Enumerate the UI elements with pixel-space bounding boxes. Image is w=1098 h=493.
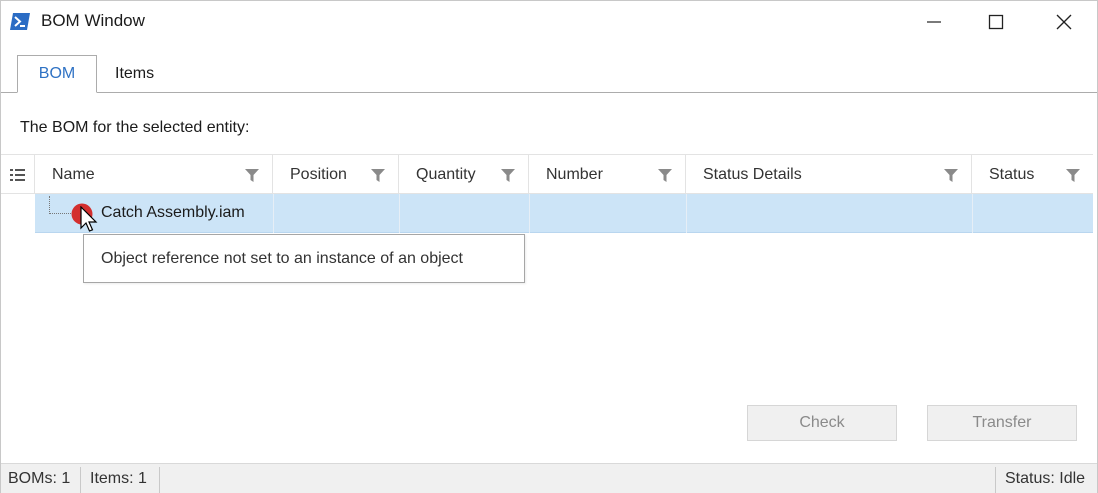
bom-count: BOMs: 1 [8,470,71,487]
bom-window: BOM Window BOM Items The BOM for the sel… [0,0,1098,493]
tab-items[interactable]: Items [97,55,172,93]
column-header-status-details[interactable]: Status Details [686,155,972,194]
maximize-icon [988,14,1004,30]
mouse-pointer-icon [80,206,98,232]
window-title: BOM Window [41,11,145,30]
status-divider [995,467,996,493]
column-header-quantity[interactable]: Quantity [399,155,529,194]
item-count: Items: 1 [90,470,147,487]
tab-divider [1,92,1097,93]
column-label: Number [546,165,603,183]
tree-connector [49,196,71,214]
filter-icon[interactable] [1065,167,1081,183]
cell-divider [399,194,400,233]
column-chooser-button[interactable] [1,155,35,194]
check-button[interactable]: Check [747,405,897,441]
grid-header: Name Position Quantity Number Status Det… [1,154,1093,194]
maximize-button[interactable] [973,1,1019,43]
error-tooltip: Object reference not set to an instance … [83,234,525,283]
status-bar: BOMs: 1 Items: 1 Status: Idle [1,463,1097,493]
close-button[interactable] [1041,1,1087,43]
bom-caption: The BOM for the selected entity: [20,119,250,136]
minimize-button[interactable] [911,1,957,43]
cell-divider [972,194,973,233]
status-divider [80,467,81,493]
column-header-position[interactable]: Position [273,155,399,194]
filter-icon[interactable] [657,167,673,183]
column-label: Name [52,165,95,183]
cell-divider [686,194,687,233]
tab-bom[interactable]: BOM [17,55,97,93]
column-label: Position [290,165,347,183]
filter-icon[interactable] [244,167,260,183]
column-header-number[interactable]: Number [529,155,686,194]
powershell-icon [10,13,30,30]
cell-divider [273,194,274,233]
filter-icon[interactable] [370,167,386,183]
bom-grid: Name Position Quantity Number Status Det… [1,154,1093,234]
column-label: Quantity [416,165,476,183]
status-divider [159,467,160,493]
transfer-button[interactable]: Transfer [927,405,1077,441]
row-name-cell[interactable]: Catch Assembly.iam [101,204,245,222]
title-bar[interactable]: BOM Window [1,1,1097,43]
column-chooser-icon [9,168,25,181]
column-label: Status [989,165,1035,183]
cell-divider [529,194,530,233]
column-header-name[interactable]: Name [35,155,273,194]
tab-strip: BOM Items [1,55,1097,93]
column-label: Status Details [703,165,802,183]
status-text: Status: Idle [1005,470,1086,487]
column-header-status[interactable]: Status [972,155,1093,194]
filter-icon[interactable] [500,167,516,183]
minimize-icon [927,21,941,23]
filter-icon[interactable] [943,167,959,183]
close-icon [1056,14,1072,30]
